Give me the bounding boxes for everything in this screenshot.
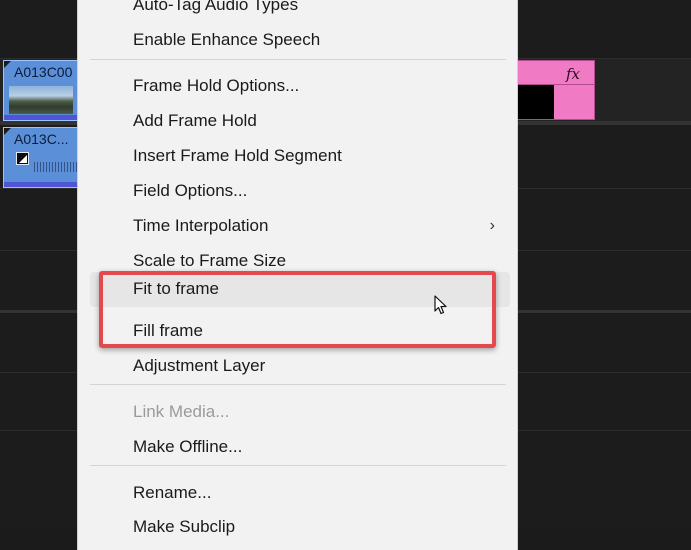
- menu-item-frame-hold-options[interactable]: Frame Hold Options...: [78, 69, 517, 104]
- audio-clip[interactable]: A013C...: [3, 127, 79, 188]
- menu-item-link-media: Link Media...: [78, 395, 517, 430]
- menu-item-insert-frame-hold-segment[interactable]: Insert Frame Hold Segment: [78, 139, 517, 174]
- menu-separator: [90, 59, 506, 60]
- menu-item-label: Add Frame Hold: [133, 111, 257, 130]
- clip-corner-marker: [4, 61, 11, 68]
- menu-separator: [90, 384, 506, 385]
- menu-item-auto-tag-audio-types[interactable]: Auto-Tag Audio Types: [78, 0, 517, 23]
- menu-item-add-frame-hold[interactable]: Add Frame Hold: [78, 104, 517, 139]
- menu-item-label: Auto-Tag Audio Types: [133, 0, 299, 14]
- clip-bar: [4, 115, 78, 120]
- menu-item-label: Enable Enhance Speech: [133, 30, 321, 49]
- clip-thumbnail: [9, 86, 73, 114]
- menu-item-label: Rename...: [133, 483, 212, 502]
- audio-clip-icon: [16, 152, 29, 165]
- mouse-pointer-icon: [434, 295, 447, 315]
- menu-item-enable-enhance-speech[interactable]: Enable Enhance Speech: [78, 23, 517, 58]
- chevron-right-icon: ›: [489, 217, 495, 234]
- menu-item-label: Frame Hold Options...: [133, 76, 300, 95]
- fx-badge[interactable]: fx: [566, 65, 580, 83]
- menu-item-label: Time Interpolation: [133, 216, 269, 235]
- menu-item-label: Field Options...: [133, 181, 248, 200]
- clip-label: A013C...: [14, 131, 69, 147]
- menu-item-make-offline[interactable]: Make Offline...: [78, 430, 517, 465]
- adjustment-clip[interactable]: t fx ⁞: [505, 60, 595, 120]
- menu-separator: [90, 465, 506, 466]
- menu-item-label: Make Offline...: [133, 437, 243, 456]
- menu-item-label: Adjustment Layer: [133, 356, 266, 375]
- adjustment-clip-header: [506, 61, 594, 85]
- menu-item-label: Link Media...: [133, 402, 230, 421]
- menu-item-field-options[interactable]: Field Options...: [78, 174, 517, 209]
- clip-corner-marker: [4, 128, 11, 135]
- clip-label: A013C00: [14, 64, 73, 80]
- menu-item-rename[interactable]: Rename...: [78, 476, 517, 511]
- menu-item-label: Insert Frame Hold Segment: [133, 146, 342, 165]
- menu-item-adjustment-layer[interactable]: Adjustment Layer: [78, 349, 517, 384]
- video-clip[interactable]: A013C00: [3, 60, 79, 121]
- clip-bar: [4, 182, 78, 187]
- menu-item-time-interpolation[interactable]: Time Interpolation ›: [78, 209, 517, 244]
- menu-item-label: Scale to Frame Size: [133, 251, 287, 270]
- menu-item-label: Make Subclip: [133, 517, 236, 536]
- audio-waveform: [34, 162, 78, 172]
